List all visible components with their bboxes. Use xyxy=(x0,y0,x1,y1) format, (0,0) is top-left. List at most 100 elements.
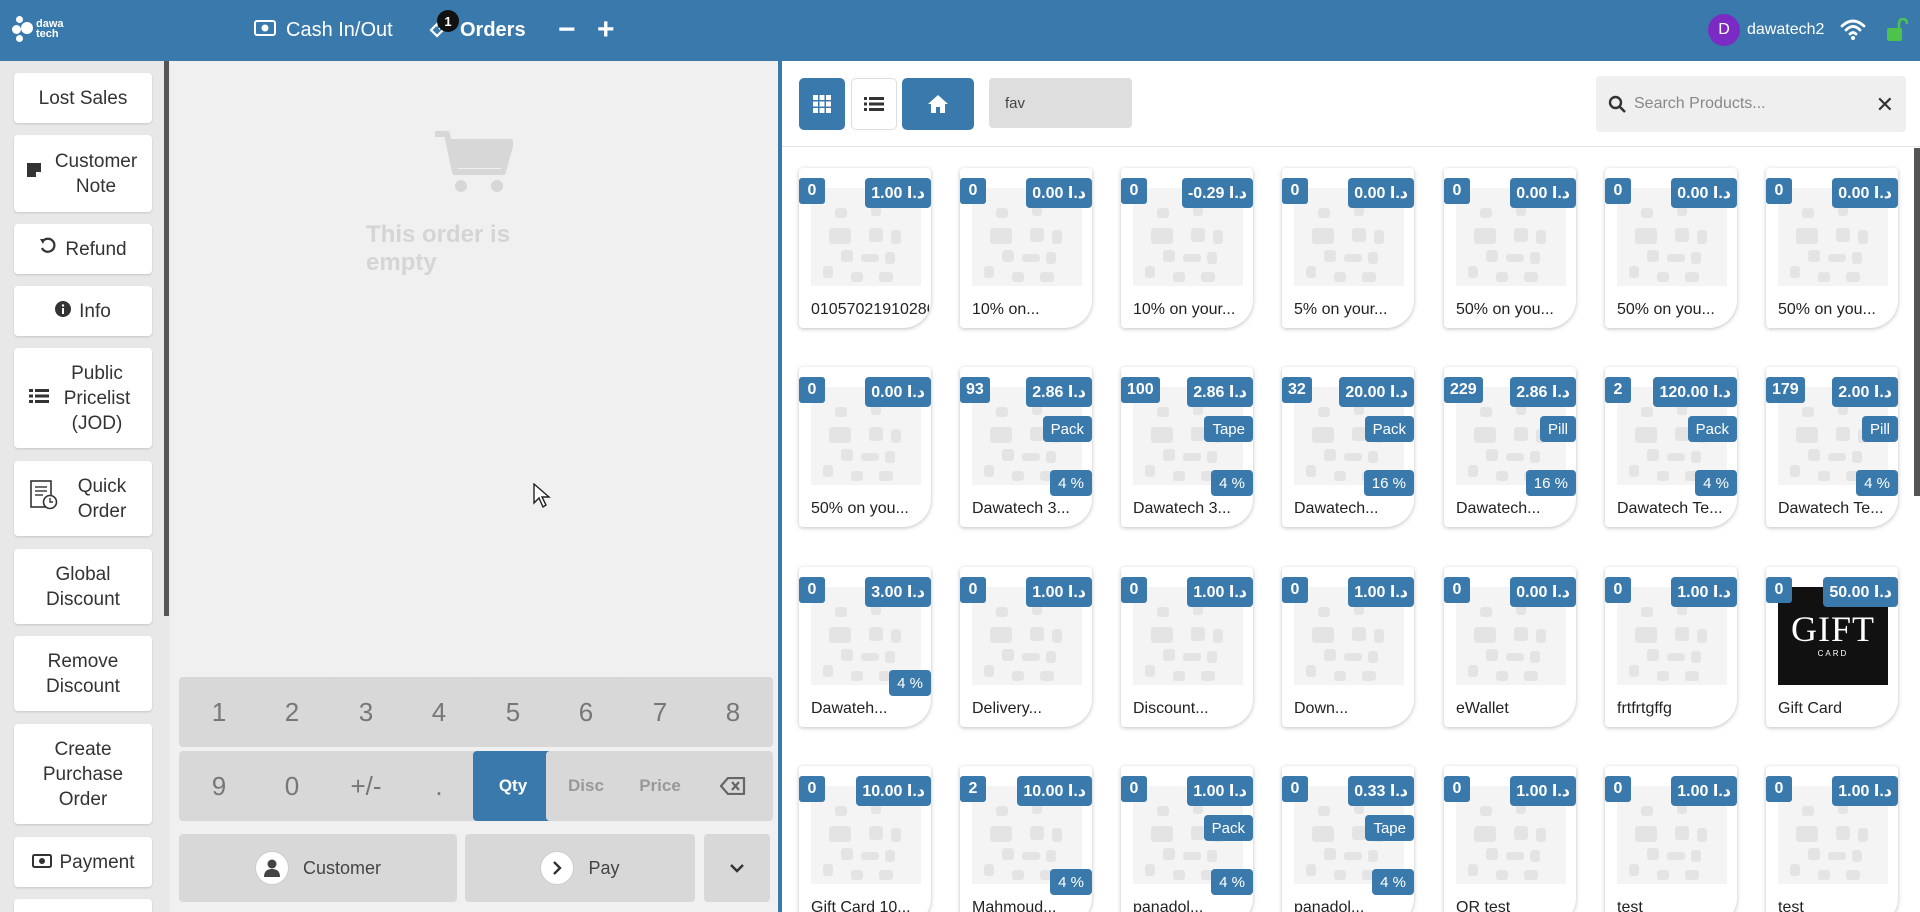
product-price-badge: 0.00 د.ا xyxy=(1671,178,1737,208)
product-card[interactable]: 0 0.00 د.ا 50% on you... xyxy=(1605,168,1737,328)
product-card[interactable]: 0 3.00 د.ا 4 % Dawateh... xyxy=(799,567,931,727)
product-uom-badge: Tape xyxy=(1204,416,1253,442)
product-card[interactable]: 0 -0.29 د.ا 10% on your... xyxy=(1121,168,1253,328)
mode-disc-button[interactable]: Disc xyxy=(546,751,626,821)
product-card[interactable]: 0 1.00 د.ا 01057021910286 xyxy=(799,168,931,328)
lost-sales-button[interactable]: Lost Sales xyxy=(14,73,152,123)
add-order-button[interactable]: + xyxy=(597,12,615,48)
numpad-key-0[interactable]: 0 xyxy=(252,751,332,821)
product-card[interactable]: 2 10.00 د.ا 4 % Mahmoud... xyxy=(960,766,1092,912)
product-qty-badge: 0 xyxy=(960,178,986,204)
payment-button[interactable]: Payment xyxy=(14,837,152,887)
numpad-key-5[interactable]: 5 xyxy=(473,677,553,747)
more-button[interactable] xyxy=(14,899,152,912)
product-card[interactable]: 0 0.00 د.ا 50% on you... xyxy=(1444,168,1576,328)
remove-order-button[interactable]: − xyxy=(558,12,576,48)
product-name: Delivery... xyxy=(972,700,1042,717)
create-purchase-order-button[interactable]: Create Purchase Order xyxy=(14,724,152,824)
product-card[interactable]: 229 2.86 د.ا Pill 16 % Dawatech... xyxy=(1444,367,1576,527)
numpad-key-9[interactable]: 9 xyxy=(179,751,259,821)
product-uom-badge: Pack xyxy=(1042,416,1092,442)
quick-order-label: Quick Order xyxy=(77,475,127,522)
search-icon xyxy=(1608,95,1626,113)
numpad-key-1[interactable]: 1 xyxy=(179,677,259,747)
product-name: Dawatech Te... xyxy=(1617,500,1723,517)
pricelist-button[interactable]: Public Pricelist (JOD) xyxy=(14,348,152,448)
logo: dawa tech xyxy=(12,13,74,45)
product-name: 01057021910286 xyxy=(811,301,929,318)
product-qty-badge: 0 xyxy=(1605,178,1631,204)
product-card[interactable]: 0 10.00 د.ا Gift Card 10... xyxy=(799,766,931,912)
product-card[interactable]: 0 1.00 د.ا Discount... xyxy=(1121,567,1253,727)
numpad-key-2[interactable]: 2 xyxy=(252,677,332,747)
product-card[interactable]: 0 1.00 د.ا QR test xyxy=(1444,766,1576,912)
empty-order-message: This order is empty xyxy=(366,221,511,276)
remove-discount-button[interactable]: Remove Discount xyxy=(14,636,152,711)
numpad-key-decimal[interactable]: . xyxy=(399,751,479,821)
products-scrollbar[interactable] xyxy=(1914,148,1920,496)
product-card[interactable]: 179 2.00 د.ا Pill 4 % Dawatech Te... xyxy=(1766,367,1898,527)
product-qty-badge: 0 xyxy=(1605,577,1631,603)
numpad-key-4[interactable]: 4 xyxy=(399,677,479,747)
product-card[interactable]: 2 120.00 د.ا Pack 4 % Dawatech Te... xyxy=(1605,367,1737,527)
product-card[interactable]: 0 1.00 د.ا test xyxy=(1605,766,1737,912)
numpad-key-6[interactable]: 6 xyxy=(546,677,626,747)
quick-order-button[interactable]: Quick Order xyxy=(14,461,152,536)
cash-icon xyxy=(254,19,276,41)
info-button[interactable]: Info xyxy=(14,286,152,336)
chevron-right-icon xyxy=(540,851,575,885)
clear-search-icon[interactable]: ✕ xyxy=(1876,92,1894,118)
customer-note-button[interactable]: Customer Note xyxy=(14,135,152,212)
control-panel-scrollbar[interactable] xyxy=(164,61,169,616)
customer-button[interactable]: Customer xyxy=(179,834,457,902)
mode-qty-button[interactable]: Qty xyxy=(473,751,553,821)
product-qty-badge: 0 xyxy=(1282,577,1308,603)
user-menu[interactable]: D dawatech2 xyxy=(1708,14,1824,46)
product-card[interactable]: 0 1.00 د.ا Down... xyxy=(1282,567,1414,727)
list-view-button[interactable] xyxy=(851,78,897,130)
home-category-button[interactable] xyxy=(902,78,974,130)
search-input[interactable] xyxy=(1634,95,1854,113)
quick-order-icon xyxy=(29,479,59,518)
remove-discount-label: Remove Discount xyxy=(46,650,120,697)
product-card[interactable]: 0 0.00 د.ا 50% on you... xyxy=(799,367,931,527)
numpad-key-sign[interactable]: +/- xyxy=(326,751,406,821)
product-card[interactable]: 0 1.00 د.ا frtfrtgffg xyxy=(1605,567,1737,727)
product-card[interactable]: GIFT CARD 0 50.00 د.ا Gift Card xyxy=(1766,567,1898,727)
product-card[interactable]: 0 1.00 د.ا Pack 4 % panadol... xyxy=(1121,766,1253,912)
category-fav[interactable]: fav xyxy=(989,78,1132,128)
mode-price-button[interactable]: Price xyxy=(620,751,700,821)
numpad-key-8[interactable]: 8 xyxy=(693,677,773,747)
refund-button[interactable]: Refund xyxy=(14,224,152,274)
cash-in-out-button[interactable]: Cash In/Out xyxy=(254,16,393,44)
product-card[interactable]: 0 0.33 د.ا Tape 4 % panadol... xyxy=(1282,766,1414,912)
product-name: Dawatech 3... xyxy=(972,500,1070,517)
product-card[interactable]: 32 20.00 د.ا Pack 16 % Dawatech... xyxy=(1282,367,1414,527)
product-card[interactable]: 0 0.00 د.ا 10% on... xyxy=(960,168,1092,328)
product-qty-badge: 0 xyxy=(1282,178,1308,204)
product-name: 50% on you... xyxy=(1617,301,1715,318)
product-price-badge: 0.00 د.ا xyxy=(1348,178,1414,208)
numpad-key-7[interactable]: 7 xyxy=(620,677,700,747)
product-card[interactable]: 0 1.00 د.ا Delivery... xyxy=(960,567,1092,727)
search-bar: ✕ xyxy=(1596,76,1906,132)
product-card[interactable]: 0 0.00 د.ا 50% on you... xyxy=(1766,168,1898,328)
unlock-icon[interactable] xyxy=(1886,18,1908,42)
product-card[interactable]: 100 2.86 د.ا Tape 4 % Dawatech 3... xyxy=(1121,367,1253,527)
global-discount-button[interactable]: Global Discount xyxy=(14,549,152,624)
pricelist-label: Public Pricelist (JOD) xyxy=(63,362,131,434)
numpad-key-3[interactable]: 3 xyxy=(326,677,406,747)
product-card[interactable]: 0 0.00 د.ا eWallet xyxy=(1444,567,1576,727)
product-discount-badge: 4 % xyxy=(1211,470,1253,496)
more-actions-button[interactable] xyxy=(704,834,770,902)
backspace-button[interactable] xyxy=(693,751,773,821)
pay-button[interactable]: Pay xyxy=(465,834,695,902)
product-price-badge: 0.00 د.ا xyxy=(1026,178,1092,208)
product-card[interactable]: 93 2.86 د.ا Pack 4 % Dawatech 3... xyxy=(960,367,1092,527)
product-discount-badge: 16 % xyxy=(1525,470,1576,496)
product-card[interactable]: 0 1.00 د.ا test xyxy=(1766,766,1898,912)
product-price-badge: 1.00 د.ا xyxy=(1671,577,1737,607)
product-qty-badge: 179 xyxy=(1766,377,1805,403)
product-card[interactable]: 0 0.00 د.ا 5% on your... xyxy=(1282,168,1414,328)
grid-view-button[interactable] xyxy=(799,78,845,130)
